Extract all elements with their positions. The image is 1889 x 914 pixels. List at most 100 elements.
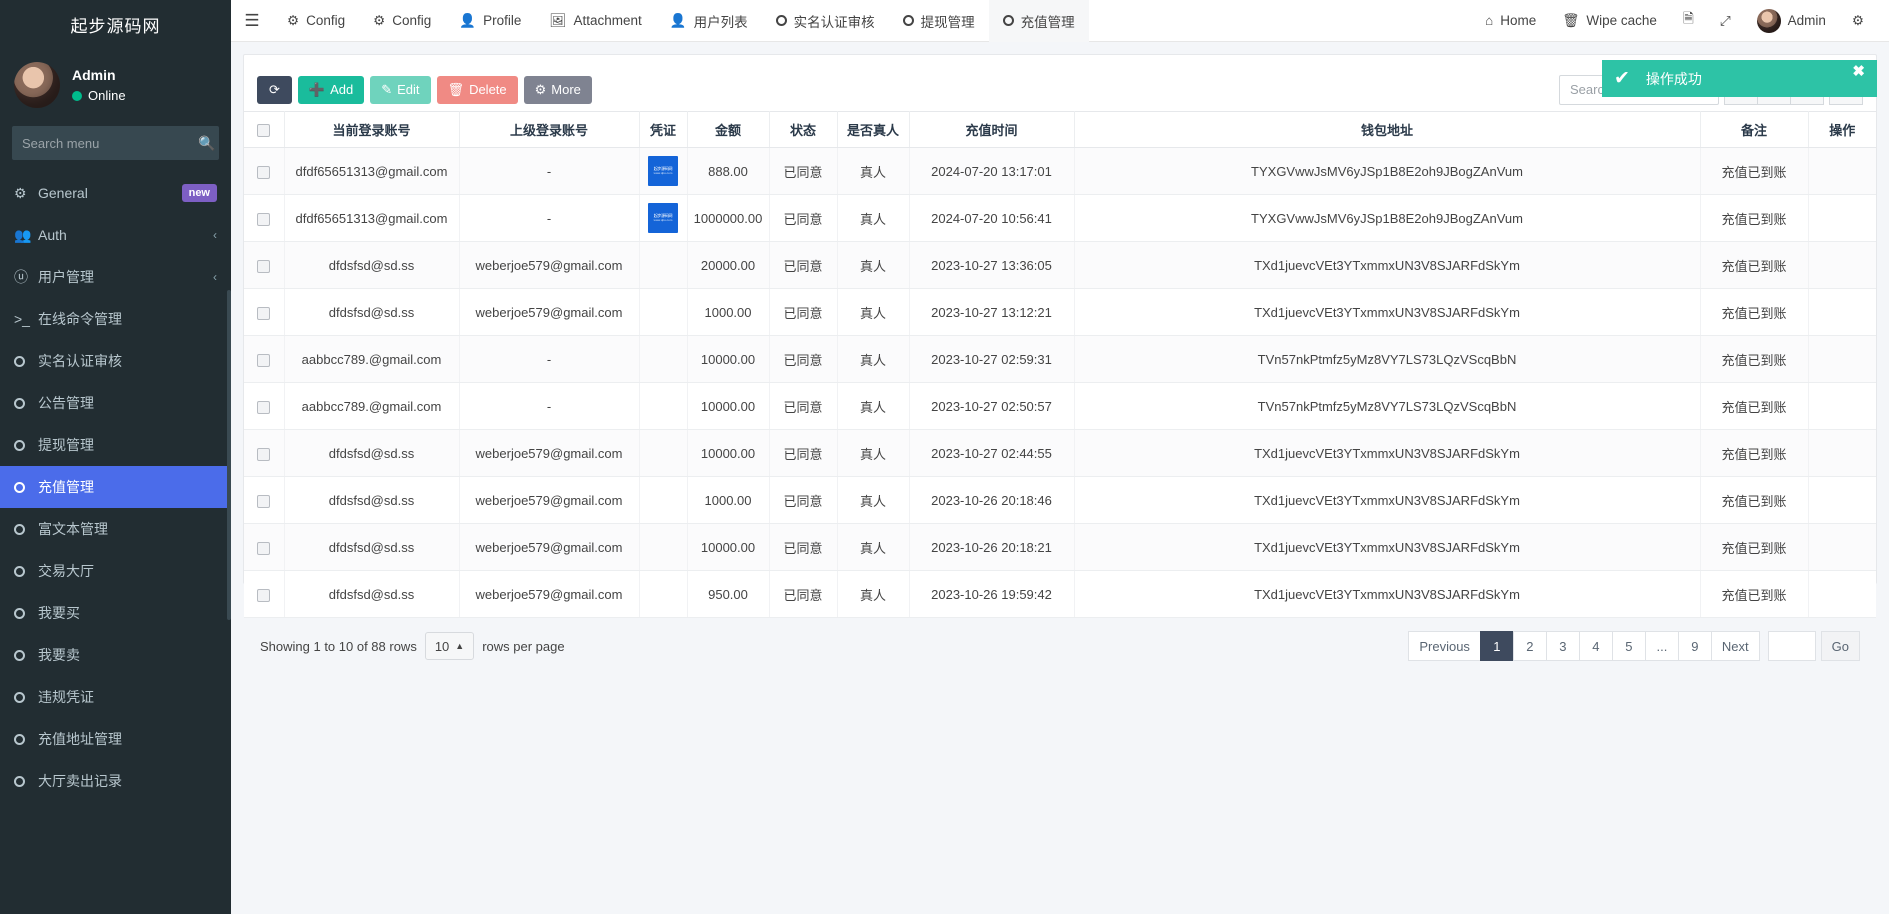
nav-tab-3[interactable]: 🖼Attachment [535, 0, 655, 42]
cell-action [1808, 383, 1876, 430]
nav-right-item-2[interactable]: 🗎 [1670, 0, 1707, 42]
page-button-Next[interactable]: Next [1711, 631, 1760, 661]
edit-button[interactable]: ✎ Edit [370, 76, 430, 104]
hamburger-icon[interactable]: ☰ [231, 0, 273, 42]
sidebar-item-11[interactable]: 我要卖 [0, 634, 231, 676]
row-checkbox[interactable] [257, 166, 270, 179]
page-jump-input[interactable] [1768, 631, 1816, 661]
cell-action [1808, 571, 1876, 618]
sidebar-item-label: General [38, 185, 182, 201]
row-checkbox[interactable] [257, 213, 270, 226]
table-row[interactable]: aabbcc789.@gmail.com-10000.00已同意真人2023-1… [244, 336, 1876, 383]
select-all-header[interactable] [244, 112, 284, 148]
sidebar-item-13[interactable]: 充值地址管理 [0, 718, 231, 760]
row-checkbox[interactable] [257, 401, 270, 414]
nav-right-item-3[interactable]: ⤢ [1707, 0, 1744, 42]
nav-right-item-0[interactable]: ⌂Home [1472, 0, 1549, 42]
go-button[interactable]: Go [1821, 631, 1860, 661]
sidebar-item-9[interactable]: 交易大厅 [0, 550, 231, 592]
table-row[interactable]: dfdsfsd@sd.ssweberjoe579@gmail.com1000.0… [244, 477, 1876, 524]
row-checkbox[interactable] [257, 260, 270, 273]
nav-tab-0[interactable]: ⚙Config [273, 0, 359, 42]
voucher-thumbnail[interactable]: 起步源码网www.qbu.com [648, 156, 678, 186]
sidebar-item-5[interactable]: 公告管理 [0, 382, 231, 424]
nav-right-item-4[interactable]: Admin [1744, 0, 1839, 42]
online-dot-icon [72, 91, 82, 101]
nav-tab-1[interactable]: ⚙Config [359, 0, 445, 42]
circle-icon [14, 437, 38, 453]
th-voucher[interactable]: 凭证 [639, 112, 687, 148]
refresh-button[interactable]: ⟳ [257, 76, 292, 104]
nav-tab-5[interactable]: 实名认证审核 [762, 0, 889, 42]
sidebar-item-3[interactable]: >_在线命令管理 [0, 298, 231, 340]
nav-right-item-1[interactable]: 🗑Wipe cache [1549, 0, 1670, 42]
page-button-4[interactable]: 4 [1579, 631, 1613, 661]
sidebar-search[interactable]: 🔍 [12, 126, 219, 160]
th-remark[interactable]: 备注 [1700, 112, 1808, 148]
table-row[interactable]: dfdsfsd@sd.ssweberjoe579@gmail.com1000.0… [244, 289, 1876, 336]
table-row[interactable]: dfdsfsd@sd.ssweberjoe579@gmail.com10000.… [244, 524, 1876, 571]
page-button-9[interactable]: 9 [1678, 631, 1712, 661]
circle-icon [14, 353, 38, 369]
cell-time: 2024-07-20 13:17:01 [909, 148, 1074, 195]
row-checkbox[interactable] [257, 307, 270, 320]
sidebar-item-0[interactable]: ⚙Generalnew [0, 172, 231, 214]
sidebar-item-7[interactable]: 充值管理 [0, 466, 231, 508]
page-button-...[interactable]: ... [1645, 631, 1679, 661]
add-button[interactable]: ➕ Add [298, 76, 364, 104]
table-row[interactable]: dfdsfsd@sd.ssweberjoe579@gmail.com10000.… [244, 430, 1876, 477]
delete-button-label: Delete [469, 82, 507, 97]
sidebar-item-10[interactable]: 我要买 [0, 592, 231, 634]
nav-right-items: ⌂Home🗑Wipe cache🗎⤢Admin⚙ [1472, 0, 1889, 42]
page-button-Previous[interactable]: Previous [1408, 631, 1481, 661]
table-row[interactable]: dfdf65651313@gmail.com-起步源码网www.qbu.com1… [244, 195, 1876, 242]
row-checkbox[interactable] [257, 589, 270, 602]
cell-voucher [639, 242, 687, 289]
nav-tab-6[interactable]: 提现管理 [889, 0, 989, 42]
row-checkbox[interactable] [257, 448, 270, 461]
page-button-1[interactable]: 1 [1480, 631, 1514, 661]
table-row[interactable]: dfdsfsd@sd.ssweberjoe579@gmail.com20000.… [244, 242, 1876, 289]
search-menu-input[interactable] [22, 136, 198, 151]
delete-button[interactable]: 🗑 Delete [437, 76, 518, 104]
user-status: Online [72, 88, 126, 103]
trash-icon: 🗑 [448, 82, 465, 98]
sidebar-item-14[interactable]: 大厅卖出记录 [0, 760, 231, 802]
table-row[interactable]: dfdf65651313@gmail.com-起步源码网www.qbu.com8… [244, 148, 1876, 195]
th-is-real[interactable]: 是否真人 [837, 112, 909, 148]
row-checkbox[interactable] [257, 354, 270, 367]
nav-tab-7[interactable]: 充值管理 [989, 0, 1089, 42]
cell-action [1808, 524, 1876, 571]
cell-status: 已同意 [769, 524, 837, 571]
voucher-thumbnail[interactable]: 起步源码网www.qbu.com [648, 203, 678, 233]
page-button-3[interactable]: 3 [1546, 631, 1580, 661]
sidebar-item-1[interactable]: 👥Auth‹ [0, 214, 231, 256]
th-parent-account[interactable]: 上级登录账号 [459, 112, 639, 148]
row-checkbox[interactable] [257, 542, 270, 555]
th-recharge-time[interactable]: 充值时间 [909, 112, 1074, 148]
search-icon[interactable]: 🔍 [198, 135, 215, 152]
close-icon[interactable]: ✖ [1852, 62, 1865, 80]
table-row[interactable]: aabbcc789.@gmail.com-10000.00已同意真人2023-1… [244, 383, 1876, 430]
nav-right-item-5[interactable]: ⚙ [1839, 0, 1877, 42]
th-amount[interactable]: 金额 [687, 112, 769, 148]
sidebar-item-8[interactable]: 富文本管理 [0, 508, 231, 550]
page-button-5[interactable]: 5 [1612, 631, 1646, 661]
nav-tab-4[interactable]: 👤用户列表 [656, 0, 762, 42]
nav-tab-2[interactable]: 👤Profile [445, 0, 535, 42]
page-button-2[interactable]: 2 [1513, 631, 1547, 661]
page-size-selector[interactable]: 10 ▲ [425, 632, 474, 660]
sidebar-item-label: 交易大厅 [38, 561, 217, 581]
th-wallet-address[interactable]: 钱包地址 [1074, 112, 1700, 148]
table-row[interactable]: dfdsfsd@sd.ssweberjoe579@gmail.com950.00… [244, 571, 1876, 618]
th-status[interactable]: 状态 [769, 112, 837, 148]
sidebar-item-4[interactable]: 实名认证审核 [0, 340, 231, 382]
more-button[interactable]: ⚙ More [524, 76, 592, 104]
sidebar-item-12[interactable]: 违规凭证 [0, 676, 231, 718]
row-checkbox[interactable] [257, 495, 270, 508]
th-action[interactable]: 操作 [1808, 112, 1876, 148]
select-all-checkbox[interactable] [257, 124, 270, 137]
sidebar-item-6[interactable]: 提现管理 [0, 424, 231, 466]
sidebar-item-2[interactable]: ⓤ用户管理‹ [0, 256, 231, 298]
th-account[interactable]: 当前登录账号 [284, 112, 459, 148]
